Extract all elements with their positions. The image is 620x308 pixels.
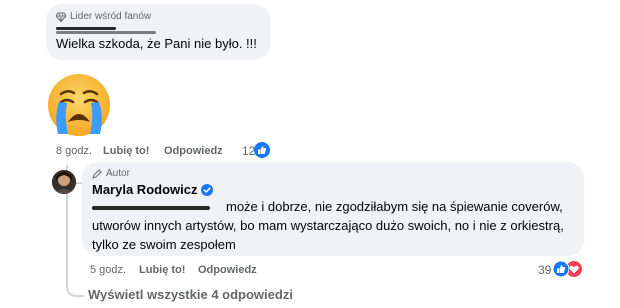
- badge-label: Autor: [106, 168, 130, 179]
- reply-text-line2: utworów innych artystów, bo mam wystarcz…: [92, 218, 564, 233]
- reply-text-line1: może i dobrze, nie zgodziłabym się na śp…: [226, 199, 563, 214]
- view-all-replies-link[interactable]: Wyświetl wszystkie 4 odpowiedzi: [88, 287, 293, 302]
- like-reaction-icon[interactable]: [553, 261, 569, 277]
- comment-bubble: Lider wśród fanów Wielka szkoda, że Pani…: [46, 4, 270, 60]
- author-row: Maryla Rodowicz: [92, 182, 214, 197]
- like-button[interactable]: Lubię to!: [139, 264, 185, 276]
- like-button[interactable]: Lubię to!: [103, 145, 149, 157]
- avatar-image: [52, 170, 76, 194]
- like-reaction-icon[interactable]: [254, 142, 270, 158]
- diamond-icon: [56, 12, 66, 22]
- reply-time[interactable]: 5 godz.: [90, 264, 126, 276]
- author-badge: Autor: [92, 168, 130, 179]
- crying-emoji: [48, 74, 110, 136]
- avatar[interactable]: [52, 170, 76, 194]
- reactions-count[interactable]: 39: [538, 263, 551, 277]
- reply-text-line3: tylko ze swoim zespołem: [92, 237, 236, 252]
- reply-button[interactable]: Odpowiedz: [164, 145, 223, 157]
- mention-redacted[interactable]: [92, 206, 220, 212]
- comment-text: Wielka szkoda, że Pani nie było. !!!: [56, 36, 257, 51]
- commenter-name-redacted[interactable]: [56, 26, 168, 34]
- thread-branch-view-all: [66, 283, 84, 297]
- verified-icon: [201, 183, 214, 196]
- author-name[interactable]: Maryla Rodowicz: [92, 182, 197, 197]
- pen-icon: [92, 168, 102, 179]
- top-fan-badge: Lider wśród fanów: [56, 11, 151, 22]
- reply-button[interactable]: Odpowiedz: [198, 264, 257, 276]
- reply-bubble: Autor Maryla Rodowicz może i dobrze, nie…: [82, 162, 584, 256]
- comment-time[interactable]: 8 godz.: [56, 145, 92, 157]
- badge-label: Lider wśród fanów: [70, 11, 152, 22]
